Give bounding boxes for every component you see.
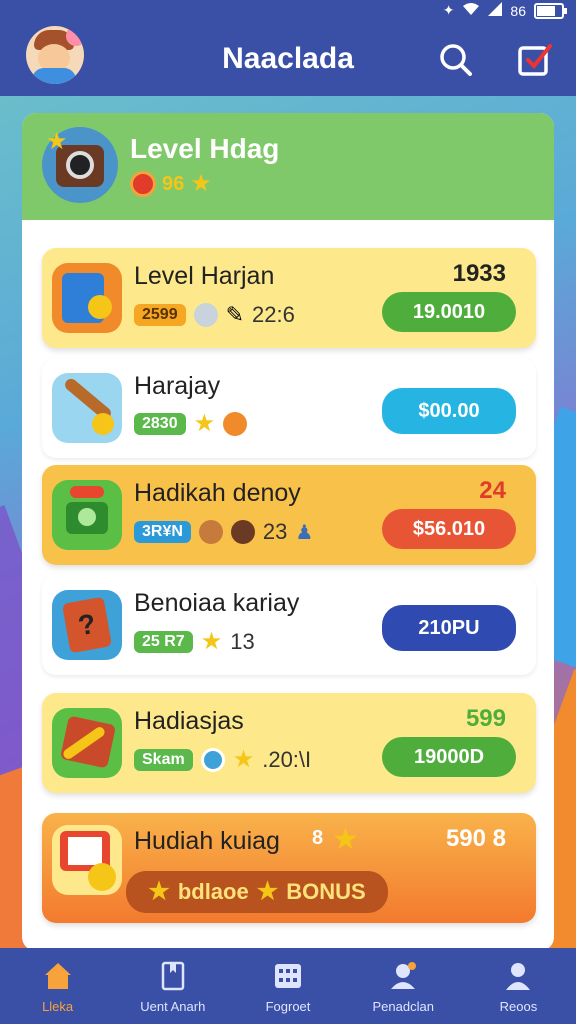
list-item[interactable]: Hadiasjas Skam ★ .20:\I 599 19000D: [42, 693, 536, 793]
ticket-icon: [52, 825, 122, 895]
nav-item-document[interactable]: Uent Anarh: [115, 948, 230, 1024]
nav-label: Lleka: [42, 998, 74, 1014]
coin-icon: [130, 171, 156, 197]
list-item[interactable]: Level Harjan 2599 ✎ 22:6 1933 19.0010: [42, 248, 536, 348]
price-button[interactable]: $00.00: [382, 388, 516, 434]
nav-label: Fogroet: [265, 998, 311, 1014]
list-item-meta: 13: [230, 629, 255, 654]
reward-button[interactable]: 19000D: [382, 737, 516, 777]
star-icon: ★: [232, 746, 255, 773]
star-icon: ★: [332, 823, 359, 856]
header-card[interactable]: ★ Level Hdag 96 ★: [22, 113, 554, 220]
coin-icon: [223, 412, 248, 436]
list-item[interactable]: Harajay 2830 ★ $00.00: [42, 358, 536, 458]
battery-icon: [534, 2, 567, 19]
list-item[interactable]: Hadikah denoy 3R¥N 23 ♟ 24 $56.010: [42, 465, 536, 565]
search-icon[interactable]: [436, 40, 476, 80]
signal-icon: [488, 2, 503, 19]
list-item-tag: Skam: [134, 749, 193, 771]
bonus-left-text: bdlaoe: [177, 879, 249, 904]
star-icon: ★: [200, 628, 223, 655]
app-bar: Naaclada: [0, 22, 576, 96]
list-item-title: Hadikah denoy: [134, 479, 301, 507]
list-item-extra: 24: [479, 477, 506, 504]
list-item-tag: 2599: [134, 304, 186, 326]
list-item-title: Level Harjan: [134, 262, 275, 290]
nav-item-profile[interactable]: Reoos: [461, 948, 576, 1024]
nav-item-penadclan[interactable]: Penadclan: [346, 948, 461, 1024]
list-item-title: Hadiasjas: [134, 707, 244, 735]
gift-camera-icon: [52, 480, 122, 550]
list-item-tag: 3R¥N: [134, 521, 191, 543]
notification-icon: ✦: [442, 2, 455, 18]
list-item-meta: 22:6: [252, 302, 295, 327]
star-icon: ★: [148, 878, 170, 905]
document-icon: [161, 961, 185, 990]
profile-icon: [506, 962, 531, 990]
figure-icon: ♟: [295, 521, 314, 544]
reward-button[interactable]: 19.0010: [382, 292, 516, 332]
mystery-box-icon: ?: [52, 590, 122, 660]
list-item-extra: 599: [465, 705, 506, 732]
header-card-title: Level Hdag: [130, 133, 280, 164]
bonus-right-text: BONUS: [286, 879, 366, 904]
list-item-tag: 25 R7: [134, 631, 193, 653]
nav-label: Reoos: [499, 998, 538, 1014]
nav-label: Penadclan: [372, 998, 434, 1014]
home-icon: [44, 962, 71, 989]
list-item[interactable]: ? Benoiaa kariay 25 R7 ★ 13 210PU: [42, 575, 536, 675]
main-panel: ★ Level Hdag 96 ★ Level Harjan 2599 ✎ 22…: [22, 113, 554, 951]
key-icon: [52, 373, 122, 443]
list-item-title: Benoiaa kariay: [134, 589, 300, 617]
star-icon: ★: [256, 878, 279, 905]
star-icon: ★: [190, 170, 212, 197]
list-item-extra: 1933: [452, 260, 506, 287]
checklist-icon[interactable]: [514, 40, 554, 80]
nav-item-home[interactable]: Lleka: [0, 948, 115, 1024]
clock-icon: [200, 748, 225, 772]
price-button[interactable]: 210PU: [382, 605, 516, 651]
list-item-title: Harajay: [134, 372, 221, 400]
list-item-meta: 23: [262, 519, 288, 544]
header-card-stats: 96 ★: [130, 171, 212, 197]
user-badge-icon: [391, 961, 417, 989]
list-item-tag: 8: [312, 827, 324, 849]
book-icon: [52, 263, 122, 333]
bottom-navigation: Lleka Uent Anarh Fogroet Penadclan Reoos: [0, 948, 576, 1024]
clock-text: 86: [510, 2, 526, 19]
cookie-icon: [198, 520, 223, 544]
list-item-title: Hudiah kuiag: [134, 827, 280, 855]
status-bar: ✦ 86: [0, 0, 576, 22]
list-item-meta: .20:\I: [262, 747, 312, 772]
wifi-icon: [462, 2, 480, 19]
bag-icon: [193, 303, 218, 327]
bonus-item[interactable]: Hudiah kuiag 8 ★ 590 8 ★ bdlaoe ★ BONUS: [42, 813, 536, 923]
coin-icon: [230, 520, 255, 544]
list-item-extra: 590 8: [445, 825, 506, 852]
bonus-banner[interactable]: ★ bdlaoe ★ BONUS: [126, 871, 388, 913]
header-card-value: 96: [162, 172, 185, 195]
grid-icon: [275, 963, 301, 988]
nav-item-grid[interactable]: Fogroet: [230, 948, 345, 1024]
nav-label: Uent Anarh: [140, 998, 206, 1014]
page-title: Naaclada: [222, 42, 354, 75]
star-icon: ★: [193, 410, 216, 437]
camera-icon: ★: [42, 127, 118, 203]
pencil-icon: ✎: [225, 302, 245, 327]
list-item-tag: 2830: [134, 413, 186, 435]
price-button[interactable]: $56.010: [382, 509, 516, 549]
trumpet-icon: [52, 708, 122, 778]
